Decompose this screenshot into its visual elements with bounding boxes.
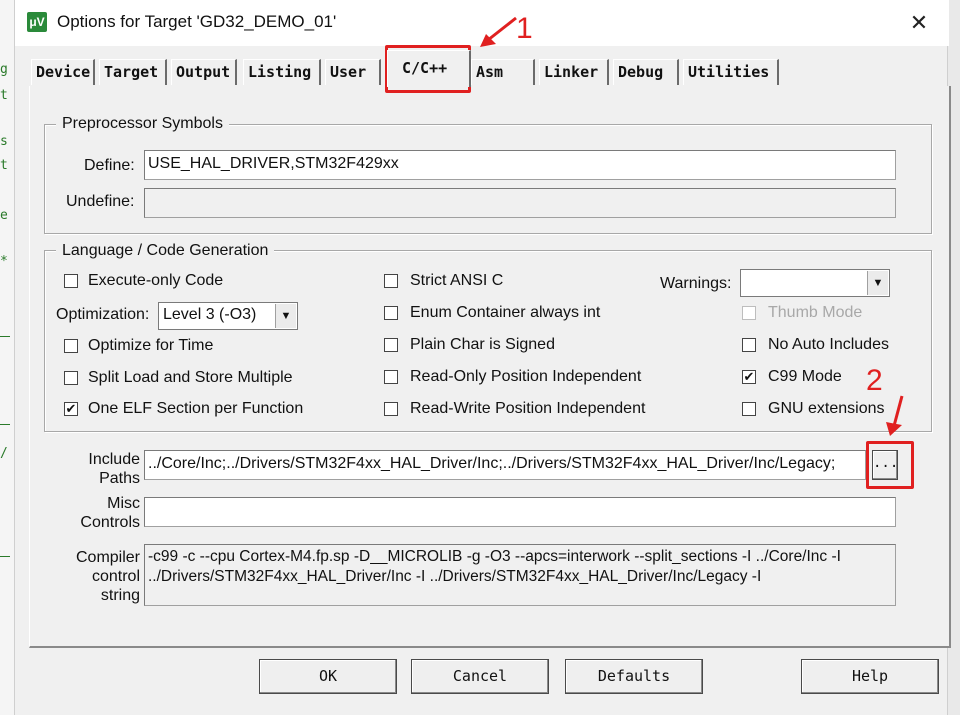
compiler-string-line1: -c99 -c --cpu Cortex-M4.fp.sp -D__MICROL… [148,548,841,565]
rw-position-checkbox[interactable] [384,402,398,416]
keil-app-icon: μV [27,12,47,32]
rw-position-label: Read-Write Position Independent [410,400,646,417]
tab-panel-c-cpp: Preprocessor Symbols Define: USE_HAL_DRI… [29,86,951,648]
execute-only-label: Execute-only Code [88,272,224,289]
ro-position-checkbox[interactable] [384,370,398,384]
split-load-checkbox[interactable] [64,371,78,385]
include-label-line2: Paths [99,470,140,487]
define-label: Define: [84,157,135,174]
no-auto-includes-checkbox[interactable] [742,338,756,352]
preprocessor-legend: Preprocessor Symbols [56,115,229,133]
thumb-mode-label: Thumb Mode [768,304,863,321]
include-label-line1: Include [88,451,140,468]
tab-user[interactable]: User [325,59,381,85]
help-button[interactable]: Help [801,659,939,694]
gnu-extensions-label: GNU extensions [768,400,885,417]
enum-int-checkbox[interactable] [384,306,398,320]
optimization-label: Optimization: [56,306,150,323]
cancel-button[interactable]: Cancel [411,659,549,694]
tab-c-cpp[interactable]: C/C++ [387,50,471,87]
plain-char-label: Plain Char is Signed [410,336,555,353]
strict-ansi-label: Strict ANSI C [410,272,504,289]
optimize-time-checkbox[interactable] [64,339,78,353]
compiler-label-line3: string [100,587,140,604]
strict-ansi-checkbox[interactable] [384,274,398,288]
one-elf-checkbox[interactable]: ✔ [64,402,78,416]
ok-button[interactable]: OK [259,659,397,694]
plain-char-checkbox[interactable] [384,338,398,352]
compiler-string-line2: ../Drivers/STM32F4xx_HAL_Driver/Inc -I .… [148,568,762,585]
language-legend: Language / Code Generation [56,242,275,260]
tab-asm[interactable]: Asm [471,59,535,85]
no-auto-includes-label: No Auto Includes [768,336,889,353]
warnings-label: Warnings: [660,275,732,292]
background-editor-strip: g t s t e * / [0,0,14,715]
one-elf-label: One ELF Section per Function [88,400,304,417]
compiler-label-line1: Compiler [75,549,140,566]
window-title: Options for Target 'GD32_DEMO_01' [57,12,337,31]
misc-label-line1: Misc [107,495,140,512]
defaults-button[interactable]: Defaults [565,659,703,694]
ro-position-label: Read-Only Position Independent [410,368,642,385]
undefine-input[interactable] [144,188,896,218]
chevron-down-icon: ▼ [275,304,296,328]
gnu-extensions-checkbox[interactable] [742,402,756,416]
thumb-mode-checkbox[interactable] [742,306,756,320]
tab-debug[interactable]: Debug [613,59,679,85]
tab-output[interactable]: Output [171,59,237,85]
enum-int-label: Enum Container always int [410,304,601,321]
close-button[interactable]: ✕ [899,6,939,40]
annotation-number-2: 2 [866,364,883,397]
misc-label-line2: Controls [80,514,140,531]
chevron-down-icon: ▼ [867,271,888,295]
tab-device[interactable]: Device [31,59,95,85]
compiler-string-label: Compiler control string [56,548,140,605]
tab-listing[interactable]: Listing [243,59,321,85]
execute-only-checkbox[interactable] [64,274,78,288]
annotation-arrow-1-icon [480,16,517,47]
c99-mode-checkbox[interactable]: ✔ [742,370,756,384]
compiler-label-line2: control [91,568,140,585]
optimization-value: Level 3 (-O3) [163,306,257,323]
optimization-select[interactable]: Level 3 (-O3) ▼ [158,302,298,330]
annotation-arrow-2-icon [886,395,904,436]
annotation-box-browse [866,441,914,489]
c99-mode-label: C99 Mode [768,368,842,385]
warnings-select[interactable]: ▼ [740,269,890,297]
tab-utilities[interactable]: Utilities [683,59,779,85]
include-paths-input[interactable]: ../Core/Inc;../Drivers/STM32F4xx_HAL_Dri… [144,450,866,480]
undefine-label: Undefine: [66,193,135,210]
tab-target[interactable]: Target [99,59,167,85]
define-input[interactable]: USE_HAL_DRIVER,STM32F429xx [144,150,896,180]
compiler-string-box[interactable]: -c99 -c --cpu Cortex-M4.fp.sp -D__MICROL… [144,544,896,606]
tab-linker[interactable]: Linker [539,59,609,85]
split-load-label: Split Load and Store Multiple [88,369,293,386]
misc-controls-input[interactable] [144,497,896,527]
include-paths-label: Include Paths [56,450,140,488]
options-dialog: μV Options for Target 'GD32_DEMO_01' ✕ D… [14,0,951,715]
optimize-time-label: Optimize for Time [88,337,214,354]
misc-controls-label: Misc Controls [56,494,140,532]
